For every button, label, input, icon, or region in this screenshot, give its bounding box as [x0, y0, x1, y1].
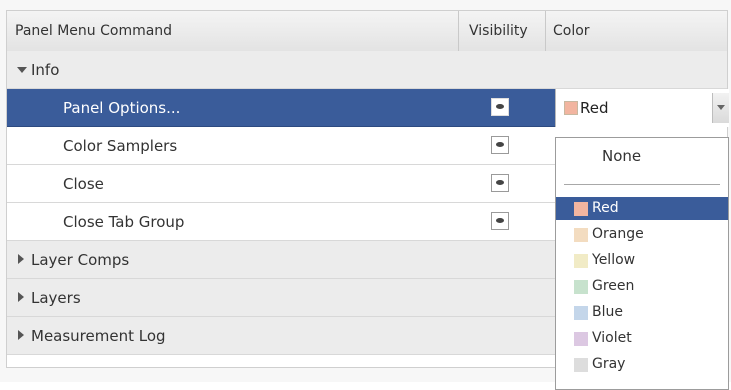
visibility-eye-icon[interactable]: [491, 98, 509, 116]
visibility-eye-icon[interactable]: [491, 212, 509, 230]
dropdown-option-none[interactable]: None: [556, 138, 728, 174]
command-table: Panel Menu Command Visibility Color Info…: [6, 10, 729, 390]
color-swatch-icon: [574, 332, 588, 346]
table-header: Panel Menu Command Visibility Color: [7, 11, 727, 52]
header-divider: [545, 11, 546, 51]
chevron-down-icon[interactable]: [712, 93, 729, 123]
group-label: Layer Comps: [31, 251, 130, 269]
dropdown-option-yellow[interactable]: Yellow: [556, 249, 728, 272]
group-label: Layers: [31, 289, 81, 307]
command-label: Close: [63, 175, 104, 193]
color-select-value: Red: [580, 99, 609, 117]
header-panel-menu-command[interactable]: Panel Menu Command: [15, 11, 172, 51]
color-swatch-icon: [574, 228, 588, 242]
group-label: Measurement Log: [31, 327, 166, 345]
header-divider: [458, 11, 459, 51]
color-swatch-icon: [574, 358, 588, 372]
color-dropdown-list: None Red Orange Yellow Green Blue Violet…: [555, 137, 729, 390]
dropdown-option-blue[interactable]: Blue: [556, 301, 728, 324]
color-swatch-icon: [574, 306, 588, 320]
color-swatch-icon: [574, 280, 588, 294]
command-label: Color Samplers: [63, 137, 178, 155]
collapse-triangle-icon[interactable]: [18, 254, 24, 264]
dropdown-option-orange[interactable]: Orange: [556, 223, 728, 246]
color-swatch-icon: [574, 254, 588, 268]
color-swatch-icon: [564, 101, 578, 115]
dropdown-option-gray[interactable]: Gray: [556, 353, 728, 376]
command-label: Close Tab Group: [63, 213, 185, 231]
visibility-eye-icon[interactable]: [491, 174, 509, 192]
collapse-triangle-icon[interactable]: [18, 330, 24, 340]
color-select[interactable]: Red: [555, 89, 729, 127]
color-swatch-icon: [574, 202, 588, 216]
dropdown-option-violet[interactable]: Violet: [556, 327, 728, 350]
dropdown-option-red[interactable]: Red: [556, 197, 728, 220]
collapse-triangle-icon[interactable]: [18, 292, 24, 302]
visibility-eye-icon[interactable]: [491, 136, 509, 154]
command-label: Panel Options...: [63, 99, 181, 117]
group-label: Info: [31, 61, 60, 79]
keyboard-shortcuts-panel: Panel Menu Command Visibility Color Info…: [0, 0, 731, 390]
expand-triangle-icon[interactable]: [17, 67, 27, 73]
header-visibility[interactable]: Visibility: [469, 11, 528, 51]
group-row-info[interactable]: Info: [7, 51, 727, 89]
dropdown-option-green[interactable]: Green: [556, 275, 728, 298]
dropdown-divider: [564, 184, 720, 185]
header-color[interactable]: Color: [553, 11, 590, 51]
table-row-panel-options[interactable]: Panel Options... Red: [7, 89, 729, 127]
